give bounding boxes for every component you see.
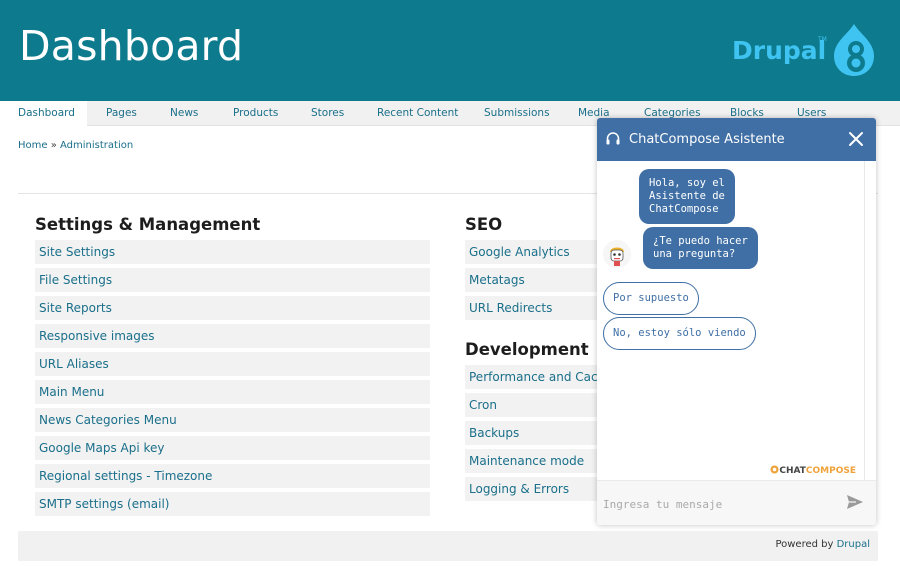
- link-news-categories-menu[interactable]: News Categories Menu: [35, 408, 430, 432]
- option-solo-viendo-button[interactable]: No, estoy sólo viendo: [603, 317, 756, 350]
- chatcompose-logo-icon: [770, 465, 779, 474]
- page-title: Dashboard: [19, 22, 244, 70]
- brand-compose-text: COMPOSE: [805, 466, 856, 476]
- seo-section-title: SEO: [465, 215, 503, 234]
- chat-message-input[interactable]: [603, 493, 823, 515]
- nav-item-submissions[interactable]: Submissions: [484, 101, 550, 126]
- send-icon[interactable]: [846, 494, 864, 510]
- powered-by: Powered by Drupal: [775, 539, 870, 550]
- drupal-logo-text: Drupal: [732, 36, 827, 65]
- link-regional-settings[interactable]: Regional settings - Timezone: [35, 464, 430, 488]
- breadcrumb-separator: »: [47, 140, 61, 151]
- chat-input-area: [597, 480, 876, 525]
- powered-by-drupal-link[interactable]: Drupal: [837, 539, 870, 550]
- chatcompose-brand: CHATCOMPOSE: [770, 465, 856, 476]
- nav-item-pages[interactable]: Pages: [106, 101, 137, 126]
- link-smtp-settings[interactable]: SMTP settings (email): [35, 492, 430, 516]
- link-backups[interactable]: Backups: [465, 421, 597, 445]
- link-site-reports[interactable]: Site Reports: [35, 296, 430, 320]
- option-por-supuesto-button[interactable]: Por supuesto: [603, 282, 699, 315]
- link-logging-errors[interactable]: Logging & Errors: [465, 477, 597, 501]
- link-performance-and-cache[interactable]: Performance and Cache: [465, 365, 597, 389]
- link-url-aliases[interactable]: URL Aliases: [35, 352, 430, 376]
- headset-icon: [606, 132, 620, 145]
- drupal-trademark: TM: [818, 36, 827, 43]
- link-file-settings[interactable]: File Settings: [35, 268, 430, 292]
- nav-item-news[interactable]: News: [170, 101, 198, 126]
- link-metatags[interactable]: Metatags: [465, 268, 597, 292]
- settings-section-title: Settings & Management: [35, 215, 261, 234]
- page-header: Dashboard Drupal TM: [0, 0, 900, 101]
- link-google-maps-api-key[interactable]: Google Maps Api key: [35, 436, 430, 460]
- bot-message-greeting: Hola, soy el Asistente de ChatCompose: [639, 169, 735, 224]
- development-list: Performance and Cache Cron Backups Maint…: [465, 365, 597, 505]
- nav-item-products[interactable]: Products: [233, 101, 278, 126]
- chat-messages: Hola, soy el Asistente de ChatCompose ¿T…: [597, 161, 876, 480]
- brand-chat-text: CHAT: [779, 466, 806, 476]
- drupal-drop-icon: [834, 24, 874, 76]
- chat-scrollbar[interactable]: [864, 161, 865, 480]
- drupal-logo[interactable]: Drupal TM: [732, 22, 882, 80]
- chat-widget: ChatCompose Asistente Hola, soy el Asist…: [597, 118, 876, 525]
- link-cron[interactable]: Cron: [465, 393, 597, 417]
- link-url-redirects[interactable]: URL Redirects: [465, 296, 597, 320]
- nav-item-recent-content[interactable]: Recent Content: [377, 101, 458, 126]
- breadcrumb: Home » Administration: [18, 140, 133, 151]
- chat-title: ChatCompose Asistente: [629, 132, 785, 147]
- development-section-title: Development: [465, 340, 589, 359]
- link-maintenance-mode[interactable]: Maintenance mode: [465, 449, 597, 473]
- bot-message-question: ¿Te puedo hacer una pregunta?: [643, 227, 758, 269]
- breadcrumb-administration-link[interactable]: Administration: [60, 140, 133, 151]
- link-main-menu[interactable]: Main Menu: [35, 380, 430, 404]
- settings-list: Site Settings File Settings Site Reports…: [35, 240, 430, 520]
- link-google-analytics[interactable]: Google Analytics: [465, 240, 597, 264]
- link-site-settings[interactable]: Site Settings: [35, 240, 430, 264]
- chat-header: ChatCompose Asistente: [597, 118, 876, 161]
- powered-by-prefix: Powered by: [775, 539, 837, 550]
- link-responsive-images[interactable]: Responsive images: [35, 324, 430, 348]
- breadcrumb-home-link[interactable]: Home: [18, 140, 48, 151]
- page-footer: Powered by Drupal: [18, 531, 878, 561]
- seo-list: Google Analytics Metatags URL Redirects: [465, 240, 597, 324]
- bot-avatar-icon: [603, 240, 631, 268]
- nav-item-stores[interactable]: Stores: [311, 101, 344, 126]
- close-icon[interactable]: [846, 129, 866, 149]
- nav-item-dashboard[interactable]: Dashboard: [0, 101, 87, 126]
